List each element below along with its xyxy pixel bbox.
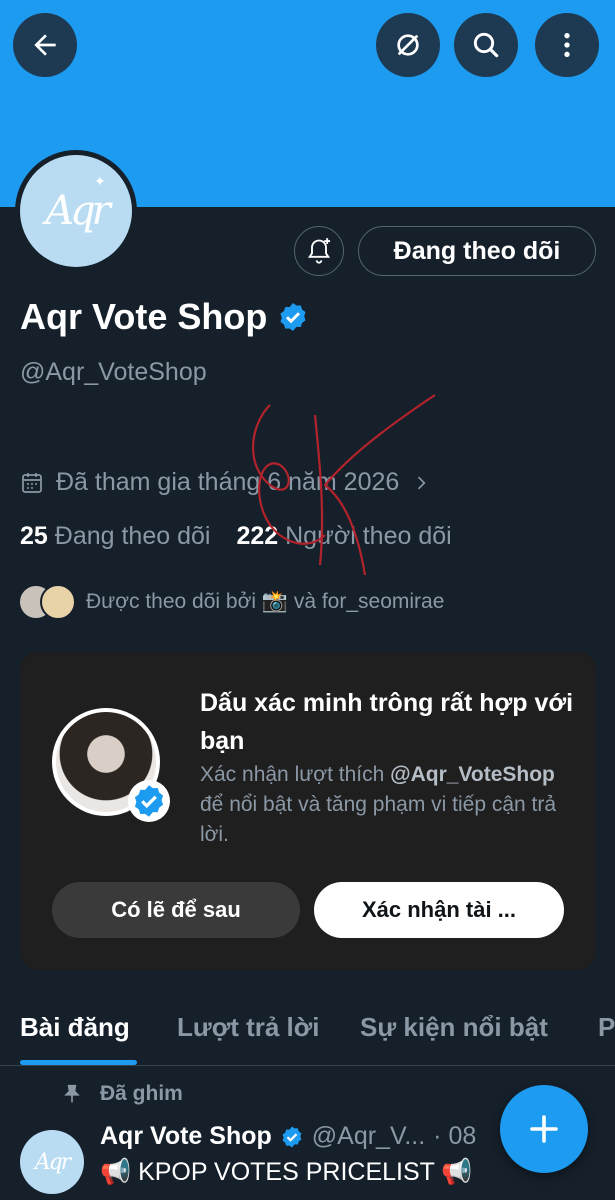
following-count: 25 (20, 522, 48, 550)
profile-tabs: Bài đăng Lượt trả lời Sự kiện nổi bật P (0, 1004, 615, 1066)
verified-badge-icon (282, 1126, 302, 1147)
mutual-avatar (40, 584, 76, 620)
back-button[interactable] (13, 13, 77, 77)
post-header: Aqr Vote Shop @Aqr_V... · 08 (100, 1122, 476, 1151)
pin-icon (64, 1084, 80, 1103)
compose-post-button[interactable] (500, 1085, 588, 1173)
more-button[interactable] (535, 13, 599, 77)
arrow-left-icon (34, 34, 56, 56)
following-label: Đang theo dõi (54, 522, 211, 550)
notifications-button[interactable] (294, 226, 344, 276)
profile-name: Aqr Vote Shop (20, 296, 268, 337)
pinned-label-row: Đã ghim (62, 1082, 183, 1106)
more-vertical-icon (564, 33, 570, 57)
pinned-label: Đã ghim (100, 1082, 183, 1105)
promo-desc-handle: @Aqr_VoteShop (390, 763, 555, 786)
chevron-right-icon (418, 476, 426, 489)
followed-by-text: Được theo dõi bởi 📸 và for_seomirae (86, 590, 445, 613)
grok-button[interactable] (376, 13, 440, 77)
confirm-account-button[interactable]: Xác nhận tài ... (314, 882, 564, 938)
post-time: · 08 (433, 1122, 477, 1150)
joined-date: Đã tham gia tháng 6 năm 2026 (56, 468, 400, 496)
search-icon (473, 32, 499, 58)
tab-replies[interactable]: Lượt trả lời (177, 1012, 319, 1043)
maybe-later-button[interactable]: Có lẽ để sau (52, 882, 300, 938)
tab-more[interactable]: P (598, 1012, 615, 1043)
post-text[interactable]: 📢 KPOP VOTES PRICELIST 📢 (100, 1158, 473, 1187)
promo-verified-badge (128, 780, 170, 822)
sparkle-icon: ✦ (94, 173, 106, 189)
followed-by-row[interactable]: Được theo dõi bởi 📸 và for_seomirae (18, 584, 444, 620)
slash-circle-icon (397, 34, 419, 56)
post-avatar-logo: Aqr (34, 1149, 71, 1175)
mutual-avatars (18, 584, 76, 620)
post-author-handle: @Aqr_V... (311, 1122, 426, 1150)
post-author-avatar[interactable]: Aqr (20, 1130, 84, 1194)
active-tab-indicator (20, 1060, 137, 1065)
bell-plus-icon (307, 238, 331, 264)
avatar-logo: Aqr (45, 188, 111, 234)
verified-badge-icon (134, 785, 164, 817)
calendar-icon (22, 472, 42, 493)
followers-count-link[interactable]: 222 Người theo dõi (236, 522, 451, 551)
promo-desc-prefix: Xác nhận lượt thích (200, 763, 385, 786)
profile-name-row: Aqr Vote Shop (20, 296, 309, 338)
follow-counts: 25 Đang theo dõi 222 Người theo dõi (20, 522, 452, 551)
following-count-link[interactable]: 25 Đang theo dõi (20, 522, 210, 551)
followers-count: 222 (236, 522, 279, 550)
promo-desc-suffix: để nổi bật và tăng phạm vi tiếp cận trả … (200, 793, 557, 846)
tab-posts[interactable]: Bài đăng (20, 1012, 130, 1043)
verified-badge-icon[interactable] (277, 301, 309, 333)
tab-highlights[interactable]: Sự kiện nổi bật (360, 1012, 548, 1043)
search-button[interactable] (454, 13, 518, 77)
post-author-name[interactable]: Aqr Vote Shop (100, 1122, 272, 1151)
profile-avatar[interactable]: Aqr ✦ (15, 150, 137, 272)
promo-description: Xác nhận lượt thích @Aqr_VoteShop để nổi… (200, 760, 580, 850)
profile-handle: @Aqr_VoteShop (20, 358, 207, 386)
joined-date-row[interactable]: Đã tham gia tháng 6 năm 2026 (20, 468, 431, 497)
following-button[interactable]: Đang theo dõi (358, 226, 596, 276)
verification-promo-card: Dấu xác minh trông rất hợp với bạn Xác n… (20, 652, 596, 970)
plus-icon (530, 1115, 558, 1143)
promo-title: Dấu xác minh trông rất hợp với bạn (200, 689, 574, 755)
followers-label: Người theo dõi (285, 522, 452, 550)
